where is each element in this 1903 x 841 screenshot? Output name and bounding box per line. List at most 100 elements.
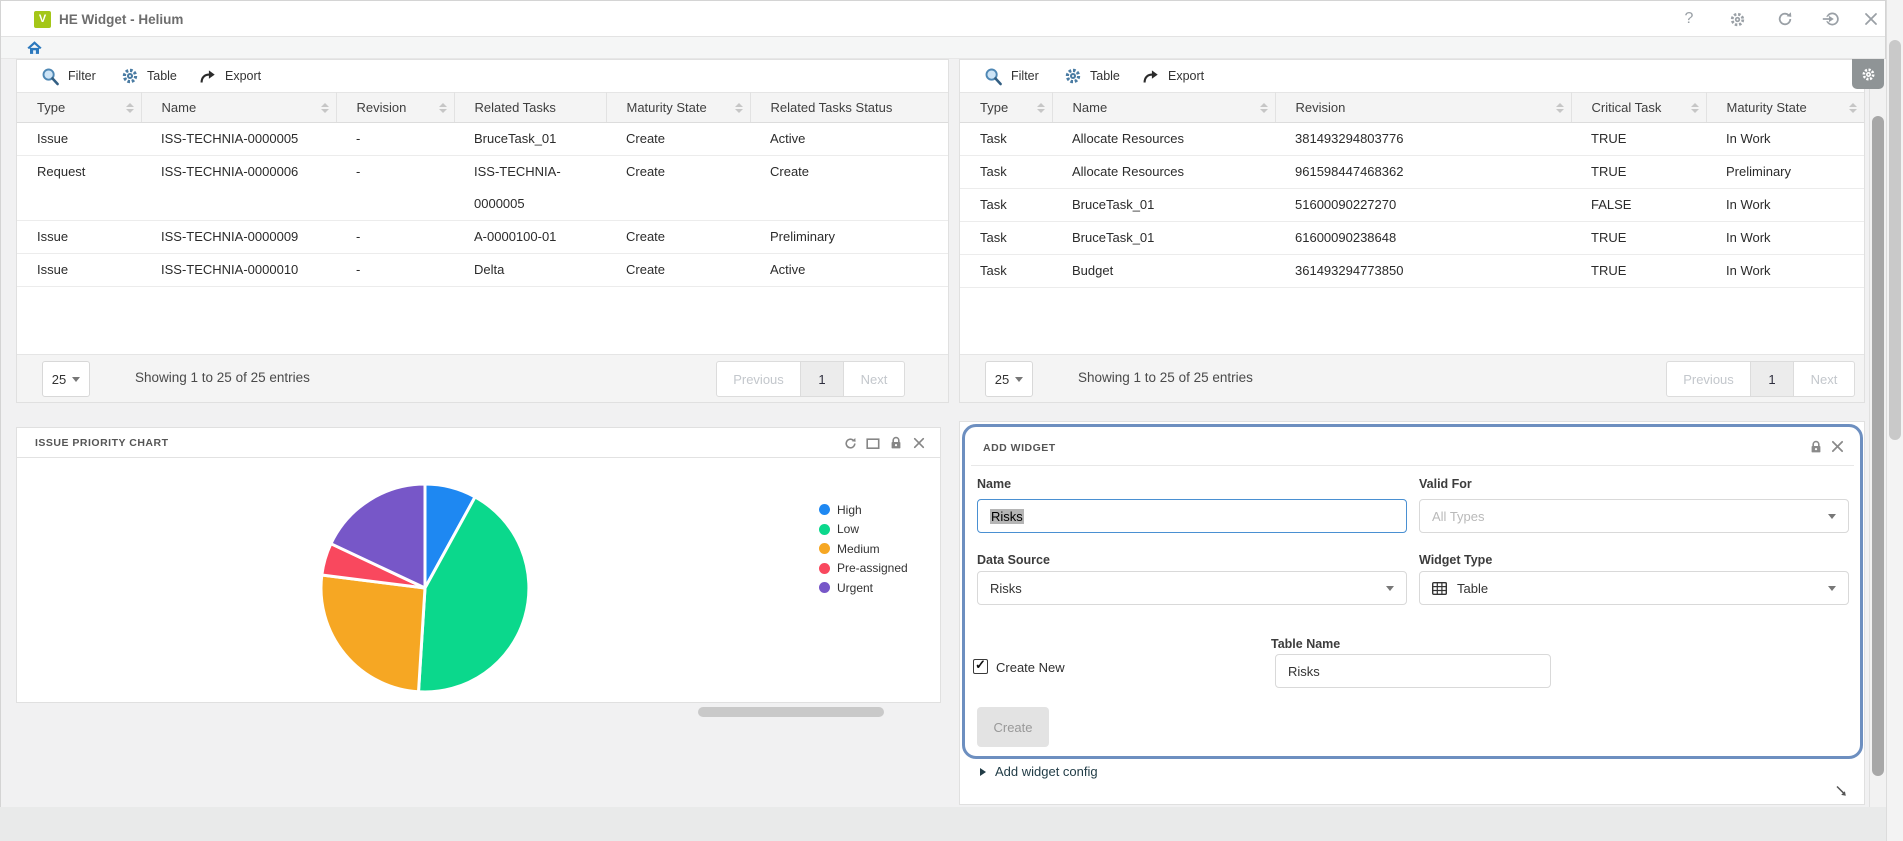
refresh-icon[interactable] <box>1776 10 1794 28</box>
filter-icon <box>41 67 60 86</box>
dashboard-settings-tab[interactable] <box>1852 59 1884 89</box>
sort-icon[interactable] <box>321 103 329 113</box>
sort-icon[interactable] <box>1556 103 1564 113</box>
table-cell: In Work <box>1706 189 1864 222</box>
previous-page-button[interactable]: Previous <box>716 361 801 397</box>
table-cell: 51600090227270 <box>1275 189 1571 222</box>
column-header-name[interactable]: Name <box>1052 93 1275 123</box>
table-settings-button[interactable]: Table <box>1064 60 1120 92</box>
table-row[interactable]: TaskBruceTask_0161600090238648TRUEIn Wor… <box>960 222 1864 255</box>
table-cell: Issue <box>17 254 141 287</box>
sort-icon[interactable] <box>439 103 447 113</box>
titlebar: V HE Widget - Helium ? <box>1 1 1885 37</box>
sort-icon[interactable] <box>735 103 743 113</box>
home-icon[interactable] <box>27 40 42 55</box>
previous-page-button[interactable]: Previous <box>1666 361 1751 397</box>
table-cell: BruceTask_01 <box>1052 222 1275 255</box>
table-row[interactable]: RequestISS-TECHNIA-0000006-ISS-TECHNIA-0… <box>17 156 948 221</box>
scrollbar-thumb[interactable] <box>1872 116 1884 776</box>
column-header-revision[interactable]: Revision <box>336 93 454 123</box>
next-page-button[interactable]: Next <box>1793 361 1855 397</box>
table-cell: TRUE <box>1571 156 1706 189</box>
valid-for-label: Valid For <box>1419 477 1472 491</box>
add-widget-config-toggle[interactable]: Add widget config <box>980 764 1098 779</box>
column-header-revision[interactable]: Revision <box>1275 93 1571 123</box>
column-header-maturity-state[interactable]: Maturity State <box>606 93 750 123</box>
vertical-scrollbar[interactable] <box>1869 59 1886 807</box>
chevron-down-icon <box>1015 377 1023 382</box>
sort-icon[interactable] <box>1260 103 1268 113</box>
create-button[interactable]: Create <box>977 707 1049 747</box>
legend-item-pre-assigned[interactable]: Pre-assigned <box>819 559 908 579</box>
column-header-critical-task[interactable]: Critical Task <box>1571 93 1706 123</box>
page-scrollbar[interactable] <box>1886 0 1903 841</box>
chevron-down-icon <box>72 377 80 382</box>
close-icon[interactable] <box>912 436 926 450</box>
table-cell: Allocate Resources <box>1052 123 1275 156</box>
table-row[interactable]: TaskBruceTask_0151600090227270FALSEIn Wo… <box>960 189 1864 222</box>
lock-icon[interactable] <box>889 436 903 450</box>
table-cell: Active <box>750 123 948 156</box>
table-cell: FALSE <box>1571 189 1706 222</box>
table-row[interactable]: IssueISS-TECHNIA-0000009-A-0000100-01Cre… <box>17 221 948 254</box>
valid-for-select[interactable]: All Types <box>1419 499 1849 533</box>
legend-item-medium[interactable]: Medium <box>819 539 908 559</box>
page-size-select[interactable]: 25 <box>985 361 1033 397</box>
table-cell: Task <box>960 123 1052 156</box>
close-icon[interactable] <box>1831 440 1844 454</box>
table-row[interactable]: TaskAllocate Resources381493294803776TRU… <box>960 123 1864 156</box>
close-icon[interactable] <box>1862 10 1880 28</box>
next-page-button[interactable]: Next <box>843 361 905 397</box>
table-cell: In Work <box>1706 222 1864 255</box>
legend-item-high[interactable]: High <box>819 500 908 520</box>
table-cell: - <box>336 221 454 254</box>
resize-handle-icon[interactable] <box>1834 784 1848 798</box>
filter-button[interactable]: Filter <box>984 60 1039 92</box>
page-size-select[interactable]: 25 <box>42 361 90 397</box>
export-button[interactable]: Export <box>1142 60 1204 92</box>
page-scrollbar-thumb[interactable] <box>1889 40 1901 440</box>
table-row[interactable]: IssueISS-TECHNIA-0000005-BruceTask_01Cre… <box>17 123 948 156</box>
table-row[interactable]: IssueISS-TECHNIA-0000010-DeltaCreateActi… <box>17 254 948 287</box>
column-header-name[interactable]: Name <box>141 93 336 123</box>
page-number-button[interactable]: 1 <box>801 361 843 397</box>
table-cell: Create <box>750 156 948 221</box>
export-button[interactable]: Export <box>199 60 261 92</box>
sort-icon[interactable] <box>1037 103 1045 113</box>
table-cell: In Work <box>1706 123 1864 156</box>
pie-slice-medium[interactable] <box>321 575 425 692</box>
sign-in-icon[interactable] <box>1822 10 1840 28</box>
sort-icon[interactable] <box>126 103 134 113</box>
name-input[interactable]: Risks <box>977 499 1407 533</box>
help-icon[interactable]: ? <box>1680 10 1698 28</box>
widget-type-select[interactable]: Table <box>1419 571 1849 605</box>
filter-button[interactable]: Filter <box>41 60 96 92</box>
column-header-related-tasks-status[interactable]: Related Tasks Status <box>750 93 948 123</box>
table-cell: In Work <box>1706 255 1864 288</box>
column-header-type[interactable]: Type <box>960 93 1052 123</box>
legend-item-low[interactable]: Low <box>819 520 908 540</box>
lock-icon[interactable] <box>1810 440 1822 454</box>
column-header-maturity-state[interactable]: Maturity State <box>1706 93 1864 123</box>
table-name-label: Table Name <box>1271 637 1340 651</box>
maximize-icon[interactable] <box>866 436 880 450</box>
table-cell: 61600090238648 <box>1275 222 1571 255</box>
table-row[interactable]: TaskBudget361493294773850TRUEIn Work <box>960 255 1864 288</box>
table-cell: Create <box>606 123 750 156</box>
table-cell: Preliminary <box>1706 156 1864 189</box>
sort-icon[interactable] <box>1691 103 1699 113</box>
create-new-checkbox[interactable]: ✓ <box>973 659 988 674</box>
table-row[interactable]: TaskAllocate Resources961598447468362TRU… <box>960 156 1864 189</box>
sort-icon[interactable] <box>1849 103 1857 113</box>
table-settings-button[interactable]: Table <box>121 60 177 92</box>
column-header-related-tasks[interactable]: Related Tasks <box>454 93 606 123</box>
horizontal-scrollbar-thumb[interactable] <box>698 707 884 717</box>
table-cell: 361493294773850 <box>1275 255 1571 288</box>
legend-item-urgent[interactable]: Urgent <box>819 578 908 598</box>
data-source-select[interactable]: Risks <box>977 571 1407 605</box>
gear-icon[interactable] <box>1728 10 1746 28</box>
column-header-type[interactable]: Type <box>17 93 141 123</box>
page-number-button[interactable]: 1 <box>1751 361 1793 397</box>
refresh-icon[interactable] <box>843 436 857 450</box>
table-name-input[interactable] <box>1275 654 1551 688</box>
